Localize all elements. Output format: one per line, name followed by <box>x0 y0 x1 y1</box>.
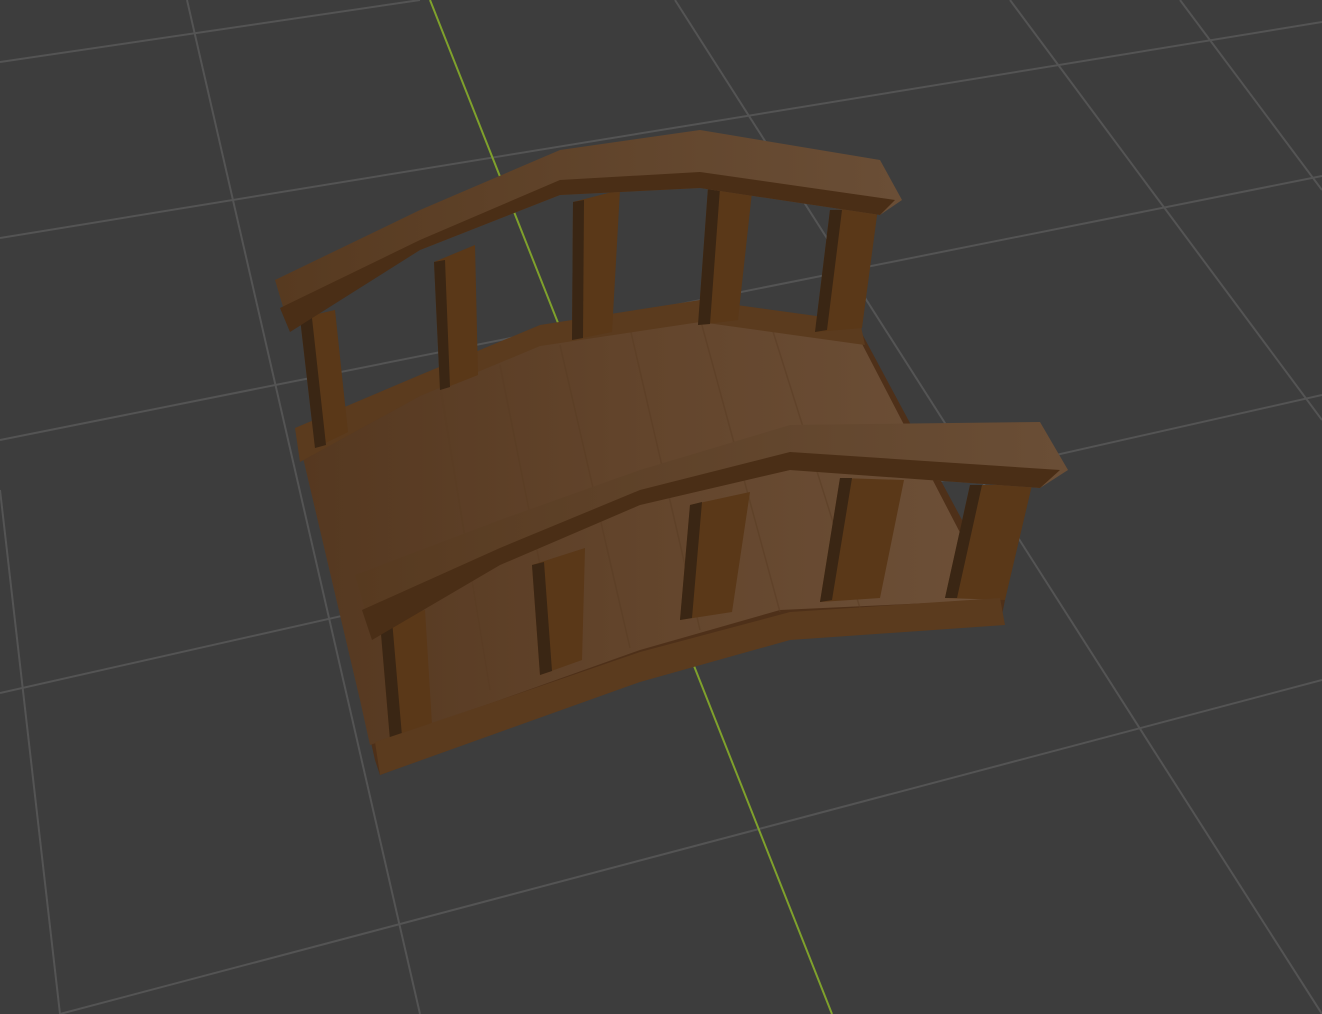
grid-line <box>1179 0 1322 191</box>
grid-line <box>0 0 421 63</box>
grid-line <box>0 489 61 1014</box>
grid-line <box>0 21 1322 239</box>
viewport-canvas[interactable] <box>0 0 1322 1014</box>
grid-line <box>1009 0 1322 421</box>
post <box>572 200 584 340</box>
3d-viewport[interactable] <box>0 0 1322 1014</box>
grid-line <box>59 679 1322 1014</box>
bridge-mesh[interactable] <box>275 130 1068 775</box>
